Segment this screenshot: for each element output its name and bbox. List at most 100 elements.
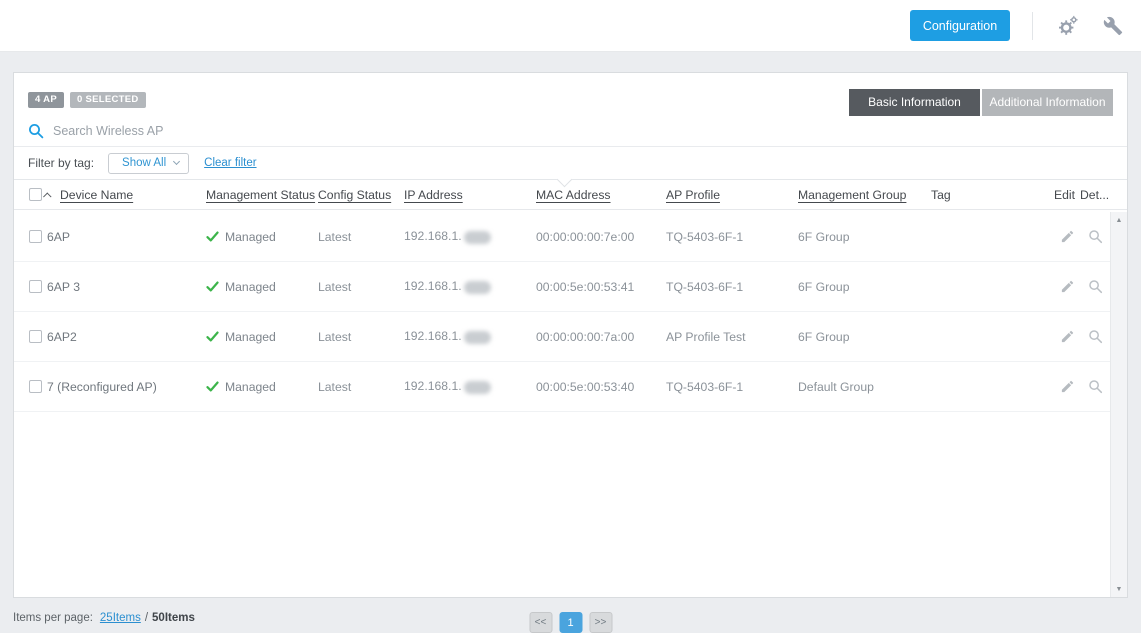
chevron-down-icon xyxy=(173,158,180,165)
management-group-cell: 6F Group xyxy=(798,230,931,244)
edit-pencil-icon[interactable] xyxy=(1060,379,1075,394)
header-ap-profile-label[interactable]: AP Profile xyxy=(666,188,720,202)
device-name-cell: 6AP2 xyxy=(45,330,206,344)
ip-address-cell: 192.168.1. xyxy=(404,329,536,343)
header-management-group: Management Group xyxy=(798,188,931,202)
ap-profile-cell: TQ-5403-6F-1 xyxy=(666,280,798,294)
ip-prefix: 192.168.1. xyxy=(404,329,462,343)
info-tabs: Basic Information Additional Information xyxy=(849,89,1113,116)
header-device-name-label[interactable]: Device Name xyxy=(60,188,133,202)
ip-address-cell: 192.168.1. xyxy=(404,379,536,393)
tab-basic-information[interactable]: Basic Information xyxy=(849,89,980,116)
row-checkbox[interactable] xyxy=(29,380,42,393)
row-select-cell xyxy=(29,230,45,243)
count-badges: 4 AP 0 SELECTED xyxy=(28,89,146,108)
row-checkbox[interactable] xyxy=(29,330,42,343)
header-config-status: Config Status xyxy=(318,188,404,202)
search-icon xyxy=(28,123,44,139)
management-status-label: Managed xyxy=(225,280,276,294)
edit-cell xyxy=(1054,229,1080,244)
header-edit-label: Edit xyxy=(1054,188,1075,202)
details-magnifier-icon[interactable] xyxy=(1088,229,1103,244)
config-status-cell: Latest xyxy=(318,330,404,344)
header-config-status-label[interactable]: Config Status xyxy=(318,188,391,202)
management-status-cell: Managed xyxy=(206,230,318,244)
header-tag-label: Tag xyxy=(931,188,951,202)
config-status-cell: Latest xyxy=(318,230,404,244)
header-management-status-label[interactable]: Management Status xyxy=(206,188,315,202)
header-ap-profile: AP Profile xyxy=(666,188,798,202)
config-status-cell: Latest xyxy=(318,380,404,394)
table-body: 6AP Managed Latest 192.168.1. 00:00:00:0… xyxy=(14,212,1127,597)
edit-pencil-icon[interactable] xyxy=(1060,279,1075,294)
scroll-up-icon[interactable]: ▲ xyxy=(1111,212,1127,228)
header-management-group-label[interactable]: Management Group xyxy=(798,188,906,202)
top-bar: Configuration xyxy=(0,0,1141,52)
ip-redacted-blur xyxy=(464,331,491,344)
management-group-cell: 6F Group xyxy=(798,280,931,294)
mac-address-cell: 00:00:5e:00:53:41 xyxy=(536,280,666,294)
ip-redacted-blur xyxy=(464,231,491,244)
row-select-cell xyxy=(29,380,45,393)
management-status-label: Managed xyxy=(225,330,276,344)
total-items-label: 50Items xyxy=(152,612,195,624)
ap-count-badge: 4 AP xyxy=(28,92,64,108)
ip-redacted-blur xyxy=(464,281,491,294)
edit-pencil-icon[interactable] xyxy=(1060,329,1075,344)
scroll-down-icon[interactable]: ▼ xyxy=(1111,581,1127,597)
sort-ascending-icon[interactable] xyxy=(43,192,51,200)
tag-filter-value: Show All xyxy=(122,157,166,169)
management-status-label: Managed xyxy=(225,230,276,244)
details-magnifier-icon[interactable] xyxy=(1088,329,1103,344)
details-cell xyxy=(1080,279,1110,294)
search-input[interactable] xyxy=(53,124,373,138)
search-bar xyxy=(14,115,1127,147)
device-name-cell: 6AP 3 xyxy=(45,280,206,294)
details-magnifier-icon[interactable] xyxy=(1088,379,1103,394)
table-header-row: Device Name Management Status Config Sta… xyxy=(14,180,1127,210)
management-status-cell: Managed xyxy=(206,380,318,394)
details-magnifier-icon[interactable] xyxy=(1088,279,1103,294)
settings-gears-icon[interactable] xyxy=(1057,15,1079,37)
header-mac-address-label[interactable]: MAC Address xyxy=(536,188,611,202)
clear-filter-link[interactable]: Clear filter xyxy=(204,157,256,169)
tag-filter-dropdown[interactable]: Show All xyxy=(108,153,189,174)
edit-cell xyxy=(1054,329,1080,344)
details-cell xyxy=(1080,229,1110,244)
panel-header: 4 AP 0 SELECTED Basic Information Additi… xyxy=(14,73,1127,115)
page-size-link[interactable]: 25Items xyxy=(100,612,141,624)
vertical-scrollbar[interactable]: ▲ ▼ xyxy=(1110,212,1127,597)
header-mac-address: MAC Address xyxy=(536,188,666,202)
filter-by-tag-label: Filter by tag: xyxy=(28,156,94,170)
select-all-cell xyxy=(29,188,45,201)
configuration-button[interactable]: Configuration xyxy=(910,10,1010,41)
table-row: 6AP Managed Latest 192.168.1. 00:00:00:0… xyxy=(14,212,1110,262)
tab-additional-information[interactable]: Additional Information xyxy=(982,89,1113,116)
tools-wrench-icon[interactable] xyxy=(1103,16,1123,36)
table-row: 6AP 3 Managed Latest 192.168.1. 00:00:5e… xyxy=(14,262,1110,312)
row-select-cell xyxy=(29,330,45,343)
config-status-cell: Latest xyxy=(318,280,404,294)
topbar-divider xyxy=(1032,12,1033,40)
header-ip-address: IP Address xyxy=(404,188,536,202)
select-all-checkbox[interactable] xyxy=(29,188,42,201)
managed-check-icon xyxy=(206,230,219,243)
table-row: 6AP2 Managed Latest 192.168.1. 00:00:00:… xyxy=(14,312,1110,362)
row-checkbox[interactable] xyxy=(29,230,42,243)
management-status-label: Managed xyxy=(225,380,276,394)
managed-check-icon xyxy=(206,330,219,343)
header-details: Det... xyxy=(1080,188,1110,202)
management-status-cell: Managed xyxy=(206,280,318,294)
edit-pencil-icon[interactable] xyxy=(1060,229,1075,244)
edit-cell xyxy=(1054,279,1080,294)
table-rows: 6AP Managed Latest 192.168.1. 00:00:00:0… xyxy=(14,212,1127,412)
wrench-icon xyxy=(1103,16,1123,36)
details-cell xyxy=(1080,379,1110,394)
row-checkbox[interactable] xyxy=(29,280,42,293)
header-management-status: Management Status xyxy=(206,188,318,202)
ip-address-cell: 192.168.1. xyxy=(404,229,536,243)
management-group-cell: 6F Group xyxy=(798,330,931,344)
managed-check-icon xyxy=(206,280,219,293)
header-ip-address-label[interactable]: IP Address xyxy=(404,188,463,202)
management-group-cell: Default Group xyxy=(798,380,931,394)
